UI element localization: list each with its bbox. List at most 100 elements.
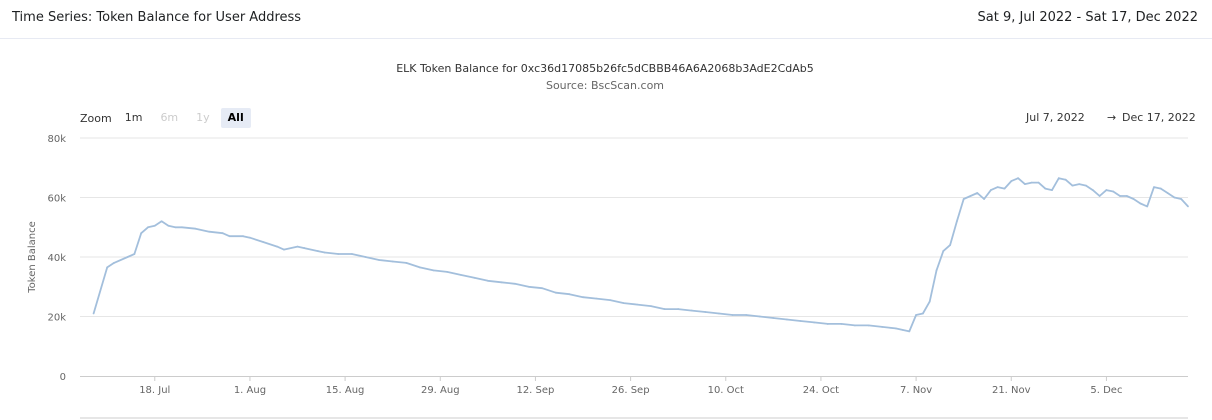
y-tick-label: 80k [47,134,66,145]
data-point [126,256,129,258]
data-point [1003,187,1006,190]
data-point [840,323,843,325]
data-point [459,273,462,276]
data-point [1057,177,1060,180]
data-point [323,251,326,254]
data-point [432,269,435,272]
data-point [242,235,245,238]
data-point [1125,195,1128,197]
data-point [1112,190,1115,193]
x-tick-label: 12. Sep [516,385,554,396]
data-point [1119,195,1121,197]
data-point [908,330,911,333]
x-tick-label: 21. Nov [992,385,1031,396]
data-point [867,324,870,327]
data-point [758,315,761,318]
data-point [351,253,353,255]
data-point [1091,189,1094,191]
data-point [949,244,951,247]
data-point [854,324,856,327]
data-point [942,250,945,252]
data-point [391,260,394,263]
card-header: Time Series: Token Balance for User Addr… [0,0,1212,39]
data-point [167,224,170,227]
grid-lines [80,137,1188,317]
data-point [276,245,279,248]
data-point [446,270,448,273]
data-point [500,281,503,284]
data-point [921,312,924,315]
data-point [221,232,224,235]
x-tick-label: 24. Oct [803,385,839,396]
data-point [894,327,897,330]
data-point [881,326,884,328]
data-point [133,253,136,255]
data-point [1180,198,1183,200]
data-point [989,189,992,191]
chart-container: ELK Token Balance for 0xc36d17085b26fc5d… [10,39,1200,420]
data-point [636,303,639,306]
data-point [582,296,584,299]
data-point [1010,180,1013,183]
y-axis-ticks: 0 20k 40k 60k 80k [47,134,66,383]
data-point [283,248,285,251]
data-point [718,312,720,315]
data-point [378,259,380,261]
data-point [745,314,748,316]
card-title: Time Series: Token Balance for User Addr… [12,10,302,25]
data-point [677,308,680,310]
data-point [969,195,972,197]
data-point [731,314,734,316]
data-point [317,250,319,252]
data-point [1146,205,1149,208]
data-point [208,230,211,233]
data-point [935,269,938,272]
data-point [194,227,197,230]
y-tick-label: 0 [60,372,66,383]
data-point [690,309,693,312]
data-point [663,308,666,310]
data-point [983,198,985,200]
data-point [514,282,516,285]
data-point [568,293,571,296]
data-point [418,266,421,269]
data-point [153,224,156,227]
x-tick-label: 10. Oct [708,385,744,396]
data-point [996,186,999,188]
data-point [976,192,979,194]
data-point [901,328,904,331]
data-point [1064,178,1067,181]
data-point [1139,202,1142,205]
data-point [405,262,408,264]
data-point [813,321,816,324]
data-point [928,300,931,303]
data-point [1071,184,1074,187]
x-tick-label: 5. Dec [1090,385,1122,396]
data-point [650,305,652,307]
data-point [303,247,306,249]
data-point [364,256,367,258]
data-point [786,318,788,321]
data-point [262,241,265,244]
date-range: Sat 9, Jul 2022 - Sat 17, Dec 2022 [977,10,1198,25]
data-point [1187,205,1189,208]
data-point [799,320,802,322]
data-point [181,226,183,229]
data-point [1030,181,1033,184]
data-point [486,279,489,282]
y-tick-label: 60k [47,194,66,205]
y-tick-label: 40k [47,253,66,264]
data-point [147,226,149,229]
data-point [296,245,299,248]
data-point [772,317,775,319]
data-point [955,220,958,223]
x-tick-label: 29. Aug [421,385,460,396]
x-tick-label: 15. Aug [326,385,365,396]
data-point [541,287,544,290]
data-point [915,314,917,316]
data-point [1166,192,1169,194]
data-point [1098,195,1101,197]
x-tick-label: 7. Nov [900,385,932,396]
data-point [337,253,340,255]
data-point [160,220,163,223]
